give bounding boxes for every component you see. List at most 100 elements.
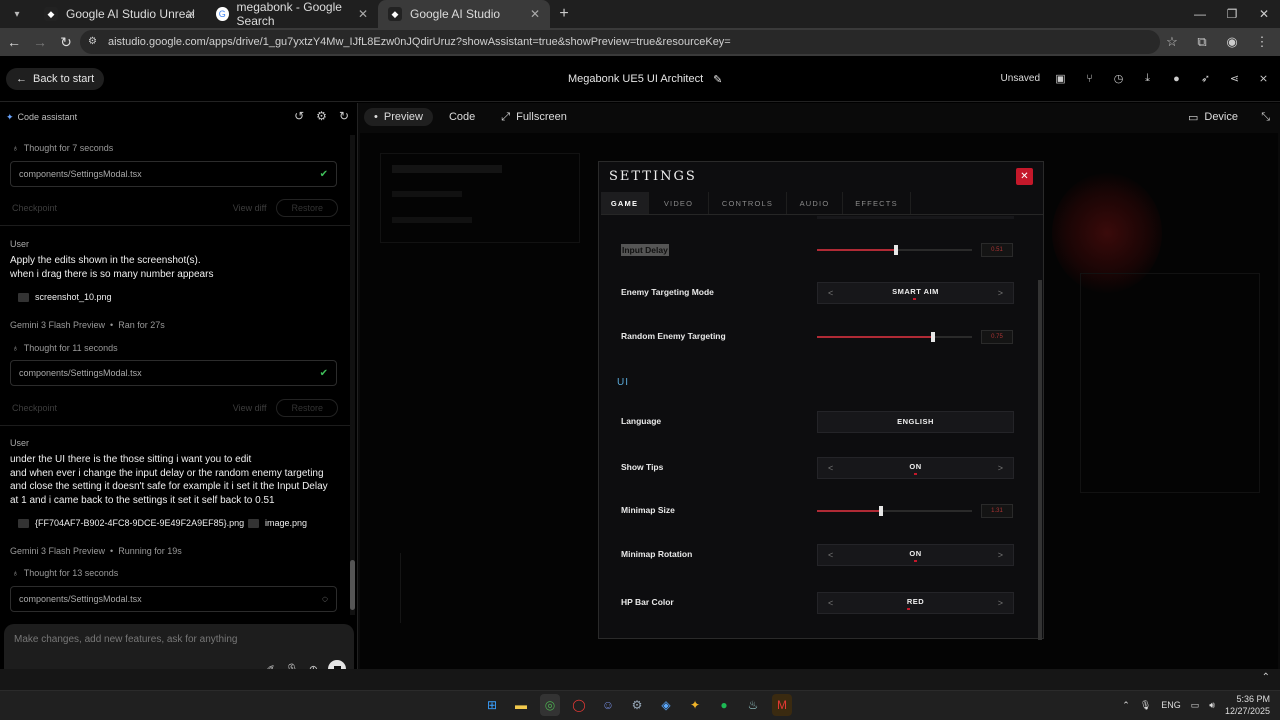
thought-summary[interactable]: ♁ Thought for 7 seconds	[12, 143, 113, 153]
hide-panel-icon[interactable]: ⨯	[1255, 70, 1272, 87]
app-icon[interactable]: ✦	[685, 694, 705, 716]
download-icon[interactable]: ⤓	[1139, 70, 1156, 87]
save-icon[interactable]: ▣	[1052, 70, 1069, 87]
close-window-icon[interactable]: ✕	[1248, 0, 1280, 28]
settings-app-icon[interactable]: ⚙	[627, 694, 647, 716]
url-field[interactable]: ⚙ aistudio.google.com/apps/drive/1_gu7yx…	[80, 30, 1160, 54]
profile-icon[interactable]: ◉	[1220, 30, 1244, 54]
github-icon[interactable]: ●	[1168, 70, 1185, 87]
input-delay-value[interactable]: 0.51	[981, 243, 1013, 257]
tab-fullscreen[interactable]: ⤢ Fullscreen	[491, 108, 577, 127]
settings-tab-video[interactable]: VIDEO	[649, 192, 709, 214]
minimize-icon[interactable]: —	[1184, 0, 1216, 28]
check-circle-icon: ✔	[319, 168, 328, 180]
tab-label: Preview	[383, 111, 423, 123]
slider-handle[interactable]	[878, 506, 883, 516]
close-tab-icon[interactable]: ✕	[530, 7, 540, 21]
microphone-icon[interactable]: 🎙︎	[1140, 700, 1151, 711]
steam-icon[interactable]: ♨	[743, 694, 763, 716]
refresh-icon[interactable]: ↻	[339, 109, 349, 123]
thought-summary[interactable]: ♁ Thought for 11 seconds	[12, 343, 118, 353]
chrome-icon[interactable]: ◎	[540, 694, 560, 716]
megabonk-game-icon[interactable]: M	[772, 694, 792, 716]
windows-start-icon[interactable]: ⊞	[482, 694, 502, 716]
settings-tab-audio[interactable]: AUDIO	[787, 192, 843, 214]
minimap-size-value[interactable]: 1.31	[981, 504, 1013, 518]
share-link-icon[interactable]: ⋖	[1226, 70, 1243, 87]
scrollbar-thumb[interactable]	[350, 560, 355, 610]
attachment-chip[interactable]: screenshot_10.png	[18, 292, 112, 302]
tab-preview[interactable]: • Preview	[364, 108, 433, 126]
site-info-icon[interactable]: ⚙	[88, 36, 100, 48]
language-selector[interactable]: ENGLISH	[817, 411, 1014, 433]
volume-icon[interactable]: 🔊︎	[1209, 700, 1215, 711]
view-diff-button[interactable]: View diff	[233, 203, 267, 213]
new-tab-icon[interactable]: +	[550, 0, 578, 28]
thought-summary[interactable]: ♁ Thought for 13 seconds	[12, 568, 118, 578]
chevron-right-icon[interactable]: >	[998, 598, 1003, 608]
attachment-name: {FF704AF7-B902-4FC8-9DCE-9E49F2A9EF85}.p…	[35, 518, 245, 528]
settings-scrollbar[interactable]	[1038, 280, 1042, 640]
tab-code[interactable]: Code	[439, 108, 485, 126]
extensions-icon[interactable]: ⧉	[1190, 30, 1214, 54]
chevron-right-icon[interactable]: >	[998, 463, 1003, 473]
settings-tab-effects[interactable]: EFFECTS	[843, 192, 911, 214]
tray-chevron-up-icon[interactable]: ⌃	[1122, 700, 1130, 711]
minimap-size-slider[interactable]	[817, 506, 972, 516]
random-enemy-targeting-value[interactable]: 0.75	[981, 330, 1013, 344]
spotify-icon[interactable]: ●	[714, 694, 734, 716]
input-delay-slider[interactable]	[817, 245, 972, 255]
dev-tool-icon[interactable]: ◈	[656, 694, 676, 716]
settings-title: SETTINGS	[609, 169, 697, 184]
file-change-card[interactable]: components/SettingsModal.tsx ✔	[10, 161, 337, 187]
slider-handle[interactable]	[894, 245, 899, 255]
file-change-card[interactable]: components/SettingsModal.tsx ◌	[10, 586, 337, 612]
file-explorer-icon[interactable]: ▬	[511, 694, 531, 716]
slider-handle[interactable]	[931, 332, 936, 342]
attachment-chip[interactable]: {FF704AF7-B902-4FC8-9DCE-9E49F2A9EF85}.p…	[18, 518, 244, 528]
opera-icon[interactable]: ◯	[569, 694, 589, 716]
chevron-right-icon[interactable]: >	[998, 550, 1003, 560]
device-button[interactable]: ▭ Device	[1188, 111, 1238, 124]
deploy-rocket-icon[interactable]: ➶	[1197, 70, 1214, 87]
close-tab-icon[interactable]: ✕	[358, 7, 368, 21]
chat-scrollbar[interactable]	[350, 135, 355, 615]
browser-tab-1[interactable]: ◆ Google AI Studio Unreal ✕	[34, 0, 206, 28]
settings-gear-icon[interactable]: ⚙	[316, 109, 327, 123]
browser-tab-2[interactable]: G megabonk - Google Search ✕	[206, 0, 378, 28]
display-icon[interactable]: ▭	[1191, 700, 1200, 711]
file-change-card[interactable]: components/SettingsModal.tsx ✔	[10, 360, 337, 386]
system-tray: ⌃ 🎙︎ ENG ▭ 🔊︎ 5:36 PM 12/27/2025	[1122, 693, 1270, 717]
forward-icon[interactable]: →	[28, 30, 52, 54]
indicator-dot	[914, 560, 917, 562]
close-tab-icon[interactable]: ✕	[186, 7, 196, 21]
back-to-start-button[interactable]: ← Back to start	[6, 68, 105, 90]
view-diff-button[interactable]: View diff	[233, 403, 267, 413]
language-indicator[interactable]: ENG	[1161, 700, 1181, 710]
settings-tab-game[interactable]: GAME	[601, 192, 649, 214]
close-settings-button[interactable]: ✕	[1016, 168, 1033, 185]
reload-icon[interactable]: ↻	[54, 30, 78, 54]
attachment-chip[interactable]: image.png	[248, 518, 307, 528]
bookmark-star-icon[interactable]: ☆	[1160, 30, 1184, 54]
browser-tab-3[interactable]: ◆ Google AI Studio ✕	[378, 0, 550, 28]
history-icon[interactable]: ◷	[1110, 70, 1127, 87]
browser-menu-icon[interactable]: ⋮	[1250, 30, 1274, 54]
chevron-up-icon[interactable]: ⌃	[1262, 672, 1270, 683]
chevron-right-icon[interactable]: >	[998, 288, 1003, 298]
background-panel	[380, 153, 580, 243]
open-external-icon[interactable]: ⤡	[1261, 111, 1270, 124]
discord-icon[interactable]: ☺	[598, 694, 618, 716]
restore-button[interactable]: Restore	[276, 399, 338, 417]
setting-label: Language	[621, 416, 662, 426]
restore-icon[interactable]: ❐	[1216, 0, 1248, 28]
share-icon[interactable]: ⑂	[1081, 70, 1098, 87]
clock[interactable]: 5:36 PM 12/27/2025	[1225, 693, 1270, 717]
back-icon[interactable]: ←	[2, 30, 26, 54]
restore-button[interactable]: Restore	[276, 199, 338, 217]
edit-pencil-icon[interactable]: ✎	[713, 73, 722, 86]
history-icon[interactable]: ↺	[294, 109, 304, 123]
tab-search-icon[interactable]: ▾	[4, 1, 30, 27]
settings-tab-controls[interactable]: CONTROLS	[709, 192, 787, 214]
random-enemy-targeting-slider[interactable]	[817, 332, 972, 342]
